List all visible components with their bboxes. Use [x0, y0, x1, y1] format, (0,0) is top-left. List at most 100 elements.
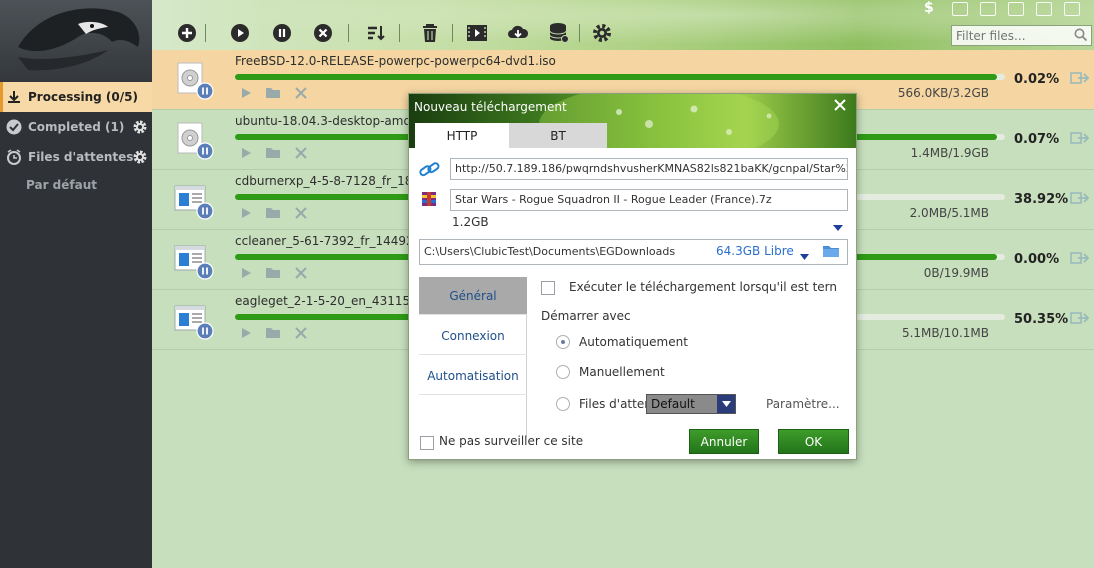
- mini-mode-icon[interactable]: [980, 2, 996, 16]
- minimize-icon[interactable]: [1036, 2, 1052, 16]
- radio-auto[interactable]: [556, 335, 570, 349]
- delete-icon[interactable]: [295, 87, 307, 102]
- chevron-down-icon[interactable]: [833, 220, 843, 234]
- search-icon[interactable]: [1074, 28, 1088, 45]
- pause-badge-icon[interactable]: [196, 322, 214, 343]
- file-size: 0B/19.9MB: [923, 266, 989, 280]
- folder-icon[interactable]: [265, 267, 281, 282]
- radio-queue-label: Files d'attente: [579, 397, 647, 411]
- play-icon[interactable]: [240, 147, 252, 162]
- open-file-icon[interactable]: [1070, 250, 1090, 269]
- sort-icon[interactable]: [365, 22, 387, 44]
- file-size: 5.1MB/10.1MB: [901, 326, 989, 340]
- delete-icon[interactable]: [295, 207, 307, 222]
- play-icon[interactable]: [240, 267, 252, 282]
- filter-input[interactable]: [951, 25, 1092, 46]
- skin-icon[interactable]: [952, 2, 968, 16]
- close-window-icon[interactable]: [1064, 2, 1080, 16]
- folder-icon[interactable]: [822, 244, 840, 261]
- progress-bar: [235, 74, 1005, 80]
- dollar-icon[interactable]: $: [924, 0, 934, 16]
- radio-auto-label: Automatiquement: [579, 335, 688, 349]
- pause-badge-icon[interactable]: [196, 202, 214, 223]
- clock-icon: [6, 149, 22, 165]
- no-monitor-checkbox[interactable]: [420, 436, 434, 450]
- sidebar-item-processing[interactable]: Processing (0/5): [0, 82, 152, 112]
- check-icon: [6, 119, 22, 135]
- link-icon: [419, 161, 441, 182]
- tab-general[interactable]: Général: [419, 277, 527, 315]
- tab-http[interactable]: HTTP: [415, 123, 509, 148]
- settings-icon[interactable]: [591, 22, 613, 44]
- eagle-logo-icon: [18, 8, 140, 71]
- database-icon[interactable]: [548, 22, 570, 44]
- menu-icon[interactable]: [1008, 2, 1024, 16]
- pause-icon[interactable]: [271, 22, 293, 44]
- sidebar-item-default-queue[interactable]: Par défaut: [26, 178, 97, 192]
- gear-icon[interactable]: [132, 149, 148, 168]
- file-name: FreeBSD-12.0-RELEASE-powerpc-powerpc64-d…: [235, 54, 556, 68]
- folder-icon[interactable]: [265, 327, 281, 342]
- tab-automation[interactable]: Automatisation: [419, 357, 527, 395]
- free-space: 64.3GB Libre: [716, 244, 794, 258]
- progress-fill: [235, 74, 998, 80]
- file-size: 1.4MB/1.9GB: [910, 146, 989, 160]
- trash-icon[interactable]: [419, 22, 441, 44]
- file-size: 2.0MB/5.1MB: [909, 206, 989, 220]
- delete-icon[interactable]: [295, 267, 307, 282]
- sidebar-item-label: Processing (0/5): [28, 90, 138, 104]
- params-link[interactable]: Paramètre...: [766, 397, 840, 411]
- add-icon[interactable]: [176, 22, 198, 44]
- execute-checkbox[interactable]: [541, 281, 555, 295]
- radio-queue[interactable]: [556, 397, 570, 411]
- open-file-icon[interactable]: [1070, 310, 1090, 329]
- open-file-icon[interactable]: [1070, 190, 1090, 209]
- open-file-icon[interactable]: [1070, 130, 1090, 149]
- play-icon[interactable]: [240, 327, 252, 342]
- ok-button[interactable]: OK: [778, 429, 849, 454]
- pause-badge-icon[interactable]: [196, 262, 214, 283]
- delete-icon[interactable]: [295, 147, 307, 162]
- eagle-logo: [0, 0, 152, 82]
- queue-select-value: Default: [651, 397, 695, 411]
- cancel-button[interactable]: Annuler: [689, 429, 759, 454]
- delete-icon[interactable]: [295, 327, 307, 342]
- gear-icon[interactable]: [132, 119, 148, 138]
- disc-file-icon: [174, 62, 214, 100]
- file-size: 1.2GB: [452, 215, 489, 229]
- file-size: 566.0KB/3.2GB: [897, 86, 989, 100]
- archive-icon: [421, 191, 437, 210]
- queue-select[interactable]: Default: [646, 394, 736, 414]
- url-field[interactable]: http://50.7.189.186/pwqrndshvusherKMNAS8…: [450, 158, 848, 180]
- app-file-icon: [174, 302, 214, 340]
- pause-badge-icon[interactable]: [196, 142, 214, 163]
- radio-manual[interactable]: [556, 365, 570, 379]
- percent: 0.07%: [1014, 132, 1060, 147]
- folder-icon[interactable]: [265, 147, 281, 162]
- app-file-icon: [174, 182, 214, 220]
- stop-icon[interactable]: [312, 22, 334, 44]
- percent: 38.92%: [1014, 192, 1069, 207]
- close-icon[interactable]: [829, 96, 851, 114]
- new-download-dialog: Nouveau téléchargement HTTP BT http://50…: [408, 93, 857, 460]
- video-icon[interactable]: [466, 22, 488, 44]
- sidebar-item-completed[interactable]: Completed (1): [0, 112, 152, 142]
- chevron-down-icon[interactable]: [717, 395, 735, 413]
- sidebar-item-queues[interactable]: Files d'attentes: [0, 142, 152, 172]
- tab-connection[interactable]: Connexion: [419, 317, 527, 355]
- folder-icon[interactable]: [265, 87, 281, 102]
- execute-label: Exécuter le téléchargement lorsqu'il est…: [569, 280, 837, 294]
- play-icon[interactable]: [240, 207, 252, 222]
- disc-file-icon: [174, 122, 214, 160]
- save-path: C:\Users\ClubicTest\Documents\EGDownload…: [424, 245, 676, 258]
- play-icon[interactable]: [240, 87, 252, 102]
- tab-bt[interactable]: BT: [509, 123, 607, 148]
- filename-field[interactable]: Star Wars - Rogue Squadron II - Rogue Le…: [450, 189, 848, 211]
- pause-badge-icon[interactable]: [196, 82, 214, 103]
- play-icon[interactable]: [229, 22, 251, 44]
- cloud-download-icon[interactable]: [507, 22, 529, 44]
- open-file-icon[interactable]: [1070, 70, 1090, 89]
- chevron-down-icon[interactable]: [800, 249, 809, 263]
- folder-icon[interactable]: [265, 207, 281, 222]
- sidebar: Processing (0/5) Completed (1) Files d'a…: [0, 0, 152, 568]
